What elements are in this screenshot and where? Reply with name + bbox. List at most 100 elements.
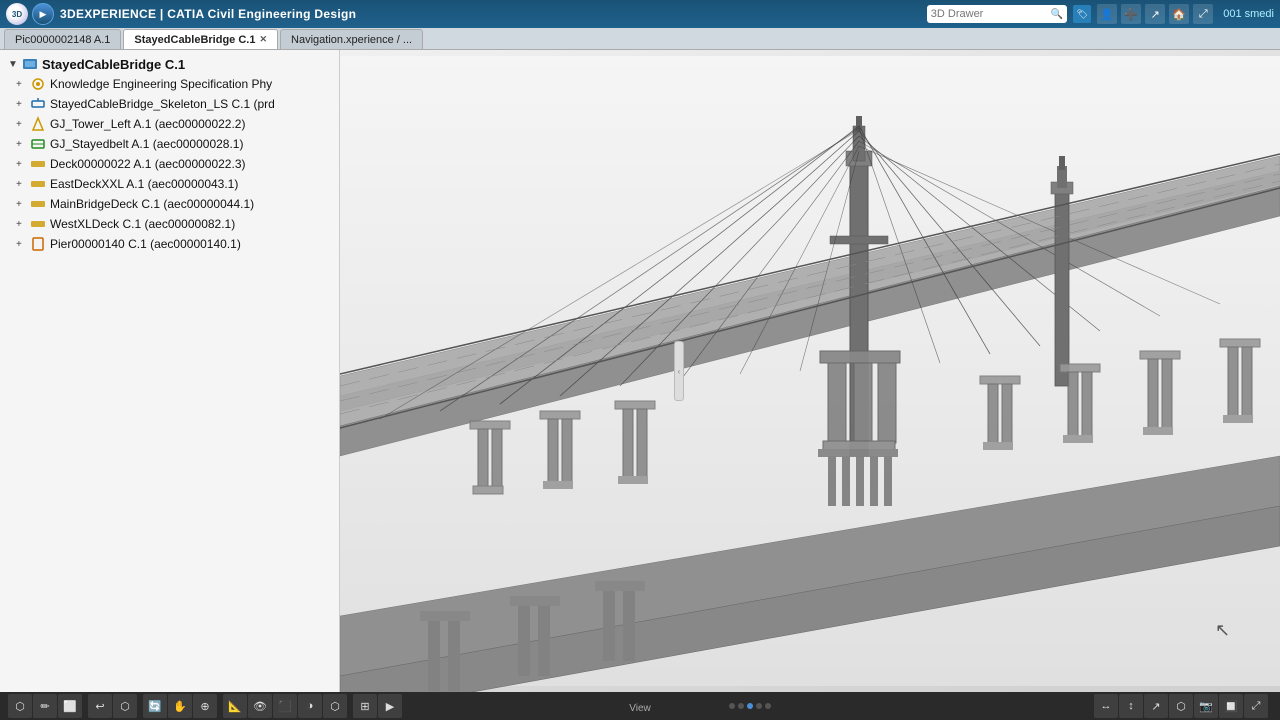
bridge-3d-view: ↖: [340, 50, 1280, 692]
tab-nav-label: Navigation.xperience / ...: [291, 34, 412, 46]
play-button[interactable]: [32, 3, 54, 25]
tree-expand-1[interactable]: +: [16, 79, 26, 89]
search-icon[interactable]: 🔍: [1051, 9, 1063, 20]
tree-items-container: + Knowledge Engineering Specification Phy…: [0, 74, 339, 254]
export-tool[interactable]: ⤢: [1244, 694, 1268, 718]
svg-text:↖: ↖: [1215, 620, 1230, 640]
view3d-tool[interactable]: 🔲: [1219, 694, 1243, 718]
topbar-icons: 👤 ➕ ↗ 🏠 ⤢: [1097, 4, 1213, 24]
expand-icon[interactable]: ⤢: [1193, 4, 1213, 24]
tab-bridge[interactable]: StayedCableBridge C.1 ✕: [123, 29, 278, 49]
tree-expand-7[interactable]: +: [16, 199, 26, 209]
nav-dot-5: [765, 703, 771, 709]
tower-icon: [30, 116, 46, 132]
tree-item-7[interactable]: + MainBridgeDeck C.1 (aec00000044.1): [0, 194, 339, 214]
tree-item-9[interactable]: + Pier00000140 C.1 (aec00000140.1): [0, 234, 339, 254]
top-bar: 3D 3DEXPERIENCE | CATIA Civil Engineerin…: [0, 0, 1280, 28]
tree-item-8[interactable]: + WestXLDeck C.1 (aec00000082.1): [0, 214, 339, 234]
navigation-dots: [729, 703, 771, 709]
dassault-logo: 3D: [6, 3, 28, 25]
tree-expand-4[interactable]: +: [16, 139, 26, 149]
panel-collapse-handle[interactable]: ‹: [674, 341, 684, 401]
tree-item-label-1: Knowledge Engineering Specification Phy: [50, 77, 272, 91]
display-tools: ⊞ ▶: [353, 694, 402, 718]
tab-nav[interactable]: Navigation.xperience / ...: [280, 29, 423, 49]
tree-item-4[interactable]: +GJ_Stayedbelt A.1 (aec00000028.1): [0, 134, 339, 154]
capture-tool[interactable]: 📷: [1194, 694, 1218, 718]
section-tool[interactable]: ⬛: [273, 694, 297, 718]
tree-item-6[interactable]: + EastDeckXXL A.1 (aec00000043.1): [0, 174, 339, 194]
tree-panel: ▼ StayedCableBridge C.1 + Knowledge Engin…: [0, 50, 340, 692]
grid-tool[interactable]: ⊞: [353, 694, 377, 718]
view-tools: 🔄 ✋ ⊕: [143, 694, 217, 718]
ke-icon: [30, 76, 46, 92]
more-tool[interactable]: ▶: [378, 694, 402, 718]
rotate-tool[interactable]: 🔄: [143, 694, 167, 718]
belt-icon: [30, 136, 46, 152]
root-expand[interactable]: ▼: [8, 59, 18, 69]
deck-icon: [30, 176, 46, 192]
deck-icon: [30, 216, 46, 232]
pan-tool[interactable]: ✋: [168, 694, 192, 718]
tree-item-label-5: Deck00000022 A.1 (aec00000022.3): [50, 157, 246, 171]
dim1-tool[interactable]: ↔: [1094, 694, 1118, 718]
tree-expand-5[interactable]: +: [16, 159, 26, 169]
wireframe-tool[interactable]: ⬡: [323, 694, 347, 718]
tree-expand-8[interactable]: +: [16, 219, 26, 229]
search-input[interactable]: [931, 8, 1051, 20]
home-icon[interactable]: 🏠: [1169, 4, 1189, 24]
tab-pic-label: Pic0000002148 A.1: [15, 34, 110, 46]
pier-icon: [30, 236, 46, 252]
zoom-tool[interactable]: ⊕: [193, 694, 217, 718]
dim3-tool[interactable]: ↗: [1144, 694, 1168, 718]
undo-tool[interactable]: ↩: [88, 694, 112, 718]
tree-expand-6[interactable]: +: [16, 179, 26, 189]
root-icon: [22, 56, 38, 72]
tree-expand-9[interactable]: +: [16, 239, 26, 249]
logo-area: 3D: [6, 3, 54, 25]
box-tool[interactable]: ⬡: [113, 694, 137, 718]
body-tool[interactable]: ⬜: [58, 694, 82, 718]
edit-tools: ↩ ⬡: [88, 694, 137, 718]
dim4-tool[interactable]: ⬡: [1169, 694, 1193, 718]
main-area: ▼ StayedCableBridge C.1 + Knowledge Engin…: [0, 50, 1280, 692]
tree-root-label: StayedCableBridge C.1: [42, 57, 185, 72]
tree-item-label-3: GJ_Tower_Left A.1 (aec00000022.2): [50, 117, 245, 131]
bottom-toolbar: ⬡ ✏ ⬜ ↩ ⬡ 🔄 ✋ ⊕ 📐 👁 ⬛ ◑ ⬡ ⊞ ▶ View ↔ ↕ ↗…: [0, 692, 1280, 720]
render-tool[interactable]: ◑: [298, 694, 322, 718]
search-bar: 🔍: [927, 5, 1067, 23]
view-label: View: [629, 703, 651, 714]
dim2-tool[interactable]: ↕: [1119, 694, 1143, 718]
tree-item-2[interactable]: +StayedCableBridge_Skeleton_LS C.1 (prd: [0, 94, 339, 114]
add-icon[interactable]: ➕: [1121, 4, 1141, 24]
tab-pic[interactable]: Pic0000002148 A.1: [4, 29, 121, 49]
tree-item-label-9: Pier00000140 C.1 (aec00000140.1): [50, 237, 241, 251]
nav-dot-1: [729, 703, 735, 709]
tree-item-label-8: WestXLDeck C.1 (aec00000082.1): [50, 217, 235, 231]
nav-dot-2: [738, 703, 744, 709]
sketch-tool[interactable]: ✏: [33, 694, 57, 718]
deck-icon: [30, 156, 46, 172]
tab-bar: Pic0000002148 A.1 StayedCableBridge C.1 …: [0, 28, 1280, 50]
tree-item-5[interactable]: + Deck00000022 A.1 (aec00000022.3): [0, 154, 339, 174]
tree-item-3[interactable]: + GJ_Tower_Left A.1 (aec00000022.2): [0, 114, 339, 134]
tree-expand-2[interactable]: +: [16, 99, 26, 109]
right-tools: ↔ ↕ ↗ ⬡ 📷 🔲 ⤢: [1094, 694, 1268, 718]
tag-icon[interactable]: 🏷: [1073, 5, 1091, 23]
tree-item-label-6: EastDeckXXL A.1 (aec00000043.1): [50, 177, 238, 191]
nav-dot-3: [747, 703, 753, 709]
measure-tool[interactable]: 📐: [223, 694, 247, 718]
analysis-tools: 📐 👁 ⬛ ◑ ⬡: [223, 694, 347, 718]
user-icon[interactable]: 👤: [1097, 4, 1117, 24]
tree-expand-3[interactable]: +: [16, 119, 26, 129]
tree-item-1[interactable]: + Knowledge Engineering Specification Phy: [0, 74, 339, 94]
3d-viewport[interactable]: ↖ ‹: [340, 50, 1280, 692]
tab-bridge-close[interactable]: ✕: [259, 34, 267, 45]
skeleton-icon: [30, 96, 46, 112]
select-tool[interactable]: ⬡: [8, 694, 32, 718]
hide-tool[interactable]: 👁: [248, 694, 272, 718]
tree-root[interactable]: ▼ StayedCableBridge C.1: [0, 54, 339, 74]
share-icon[interactable]: ↗: [1145, 4, 1165, 24]
tab-bridge-label: StayedCableBridge C.1: [134, 34, 255, 46]
tree-item-label-7: MainBridgeDeck C.1 (aec00000044.1): [50, 197, 254, 211]
